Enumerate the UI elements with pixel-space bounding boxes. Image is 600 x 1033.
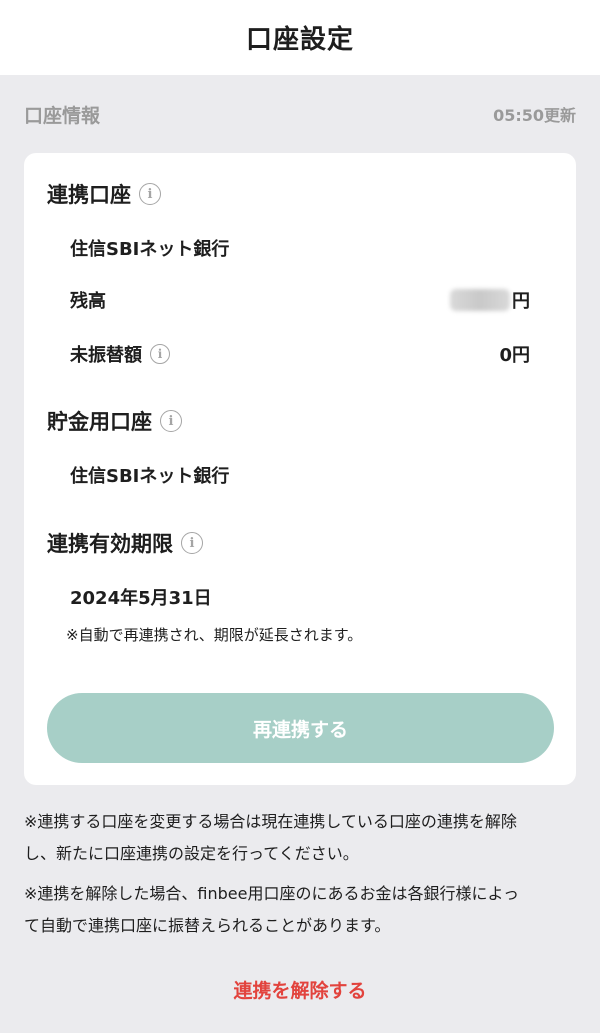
app-header: 口座設定 (0, 0, 600, 75)
linked-bank-name: 住信SBIネット銀行 (70, 239, 230, 260)
expiry-date: 2024年5月31日 (70, 588, 212, 609)
expiry-heading: 連携有効期限 i (47, 528, 203, 558)
relink-button[interactable]: 再連携する (47, 693, 554, 763)
balance-row: 残高 円 (70, 287, 530, 313)
blurred-balance-amount (450, 289, 510, 311)
linked-bank-row: 住信SBIネット銀行 (70, 235, 530, 261)
savings-account-heading-label: 貯金用口座 (47, 410, 152, 434)
savings-account-heading: 貯金用口座 i (47, 406, 182, 436)
unlink-note: ※連携を解除した場合、finbee用口座のにあるお金は各銀行様によっ て自動で連… (24, 878, 576, 942)
linked-account-heading-label: 連携口座 (47, 183, 131, 207)
pending-value: 0円 (499, 345, 530, 366)
savings-bank-name: 住信SBIネット銀行 (70, 466, 230, 487)
info-icon[interactable]: i (150, 344, 170, 364)
pending-row: 未振替額 i 0円 (70, 341, 530, 367)
section-bar: 口座情報 05:50更新 (0, 75, 600, 153)
info-icon[interactable]: i (181, 532, 203, 554)
expiry-note: ※自動で再連携され、期限が延長されます。 (66, 626, 363, 644)
balance-label: 残高 (70, 291, 106, 312)
page-title: 口座設定 (245, 25, 354, 55)
account-card: 連携口座 i 住信SBIネット銀行 残高 円 未振替額 i 0円 貯金用口座 i… (24, 153, 576, 785)
unlink-note-line2: て自動で連携口座に振替えられることがあります。 (24, 916, 391, 935)
info-icon[interactable]: i (139, 183, 161, 205)
section-title: 口座情報 (24, 104, 101, 127)
savings-bank-row: 住信SBIネット銀行 (70, 462, 530, 488)
expiry-date-row: 2024年5月31日 (70, 584, 530, 610)
expiry-heading-label: 連携有効期限 (47, 532, 173, 556)
balance-unit: 円 (512, 291, 530, 312)
change-account-note: ※連携する口座を変更する場合は現在連携している口座の連携を解除 し、新たに口座連… (24, 806, 576, 870)
unlink-note-line1: ※連携を解除した場合、finbee用口座のにあるお金は各銀行様によっ (24, 884, 519, 903)
unlink-button[interactable]: 連携を解除する (0, 976, 600, 1003)
pending-label-group: 未振替額 i (70, 341, 170, 367)
balance-value: 円 (450, 287, 530, 313)
updated-timestamp: 05:50更新 (493, 106, 576, 125)
change-account-note-line2: し、新たに口座連携の設定を行ってください。 (24, 844, 359, 863)
linked-account-heading: 連携口座 i (47, 179, 161, 209)
pending-label: 未振替額 (70, 345, 142, 366)
change-account-note-line1: ※連携する口座を変更する場合は現在連携している口座の連携を解除 (24, 812, 517, 831)
info-icon[interactable]: i (160, 410, 182, 432)
